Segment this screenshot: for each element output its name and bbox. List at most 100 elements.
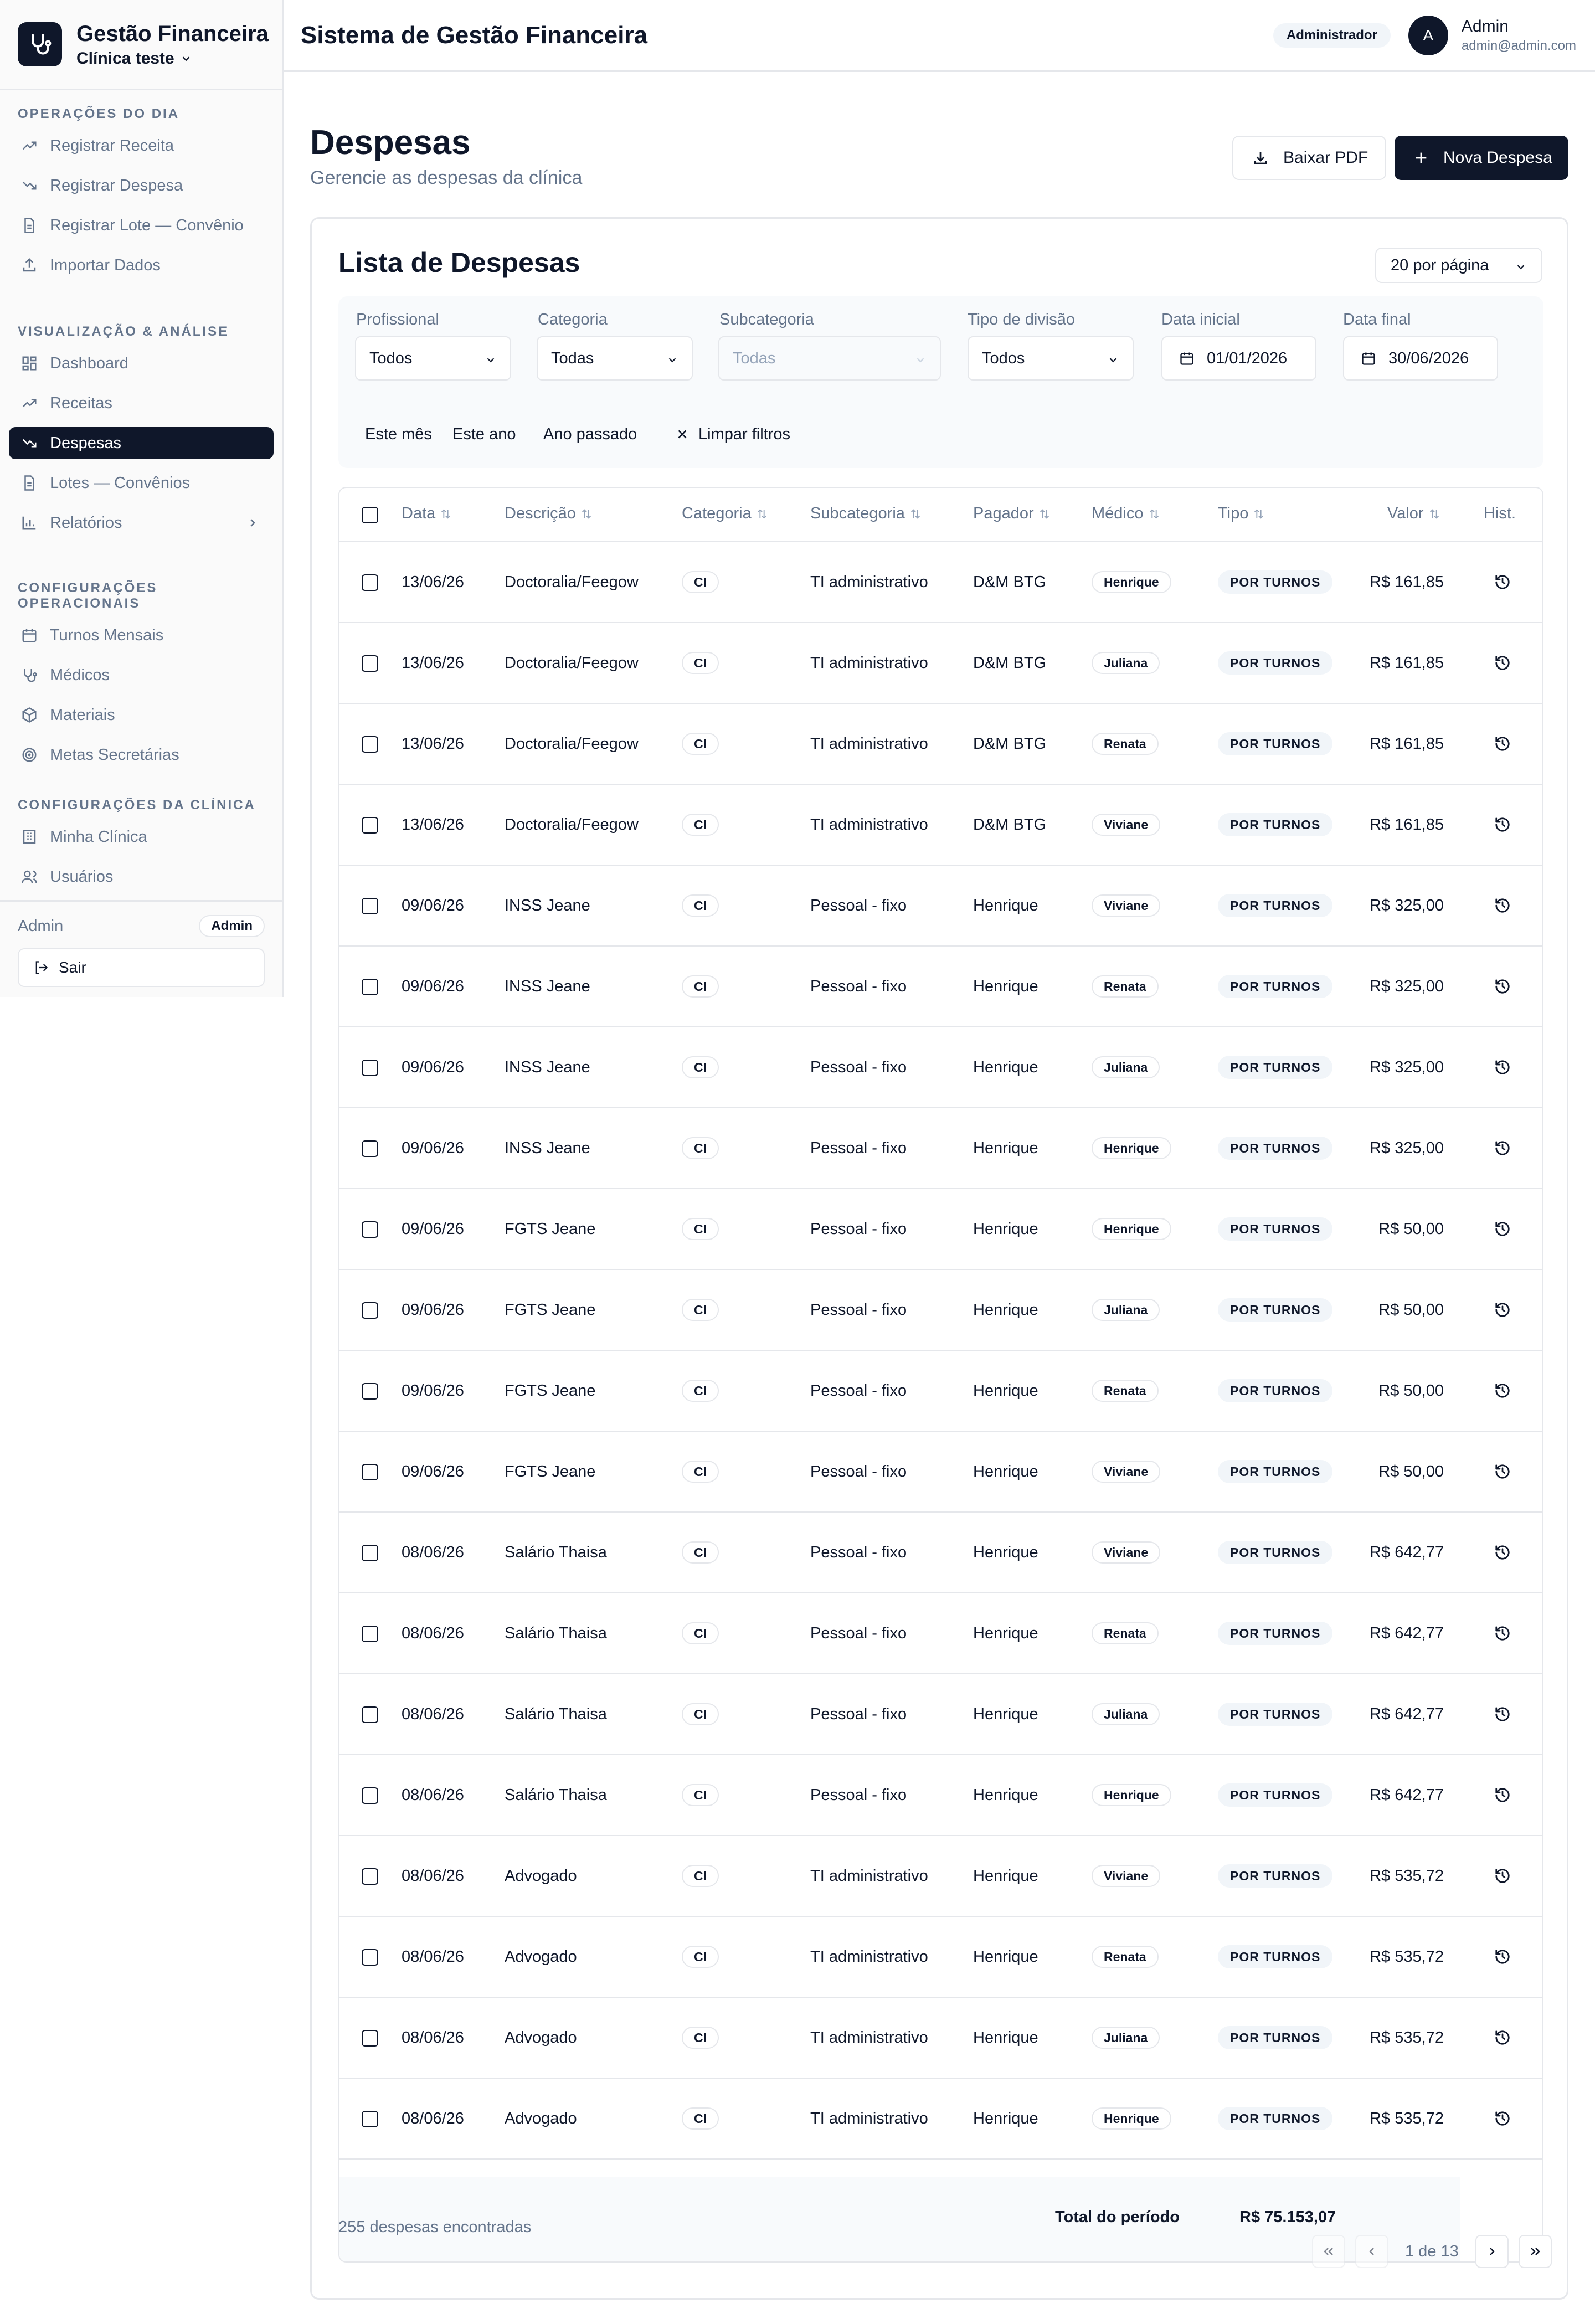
sidebar-item-relatorios[interactable]: Relatórios	[9, 507, 274, 539]
history-button[interactable]	[1486, 1836, 1519, 1916]
sidebar-item-turnos-mensais[interactable]: Turnos Mensais	[9, 619, 274, 651]
history-button[interactable]	[1486, 1027, 1519, 1107]
row-checkbox[interactable]	[362, 2030, 378, 2047]
sidebar-item-receitas[interactable]: Receitas	[9, 387, 274, 419]
column-header-descricao[interactable]: Descrição	[505, 505, 593, 523]
row-checkbox[interactable]	[362, 736, 378, 753]
column-header-medico[interactable]: Médico	[1092, 505, 1160, 523]
table-row[interactable]: 09/06/26 INSS Jeane CI Pessoal - fixo Henriq…	[339, 1108, 1542, 1189]
table-row[interactable]: 09/06/26 FGTS Jeane CI Pessoal - fixo Henriq…	[339, 1270, 1542, 1351]
quick-filter-este-mes[interactable]: Este mês	[352, 417, 445, 451]
avatar[interactable]: A	[1408, 15, 1448, 55]
quick-filter-ano-passado[interactable]: Ano passado	[530, 417, 650, 451]
column-header-tipo[interactable]: Tipo	[1218, 505, 1265, 523]
history-button[interactable]	[1486, 1189, 1519, 1269]
sidebar-item-usuarios[interactable]: Usuários	[9, 861, 274, 890]
clinic-switcher[interactable]: Clínica teste	[76, 49, 269, 68]
sidebar-item-materiais[interactable]: Materiais	[9, 699, 274, 731]
table-row[interactable]: 08/06/26 Advogado CI TI administrativo Henri…	[339, 1836, 1542, 1917]
logout-button[interactable]: Sair	[18, 948, 265, 987]
table-row[interactable]: 08/06/26 Advogado CI TI administrativo Henri…	[339, 2079, 1542, 2160]
filter-data-inicial-input[interactable]: 01/01/2026	[1161, 336, 1316, 381]
history-button[interactable]	[1486, 785, 1519, 865]
row-checkbox[interactable]	[362, 1221, 378, 1238]
history-button[interactable]	[1486, 947, 1519, 1026]
table-row[interactable]: 13/06/26 Doctoralia/Feegow CI TI administra…	[339, 785, 1542, 866]
row-checkbox[interactable]	[362, 898, 378, 914]
table-row[interactable]: 08/06/26 Salário Thaisa CI Pessoal - fixo He…	[339, 1674, 1542, 1755]
sidebar-item-minha-clinica[interactable]: Minha Clínica	[9, 821, 274, 853]
sidebar-item-importar-dados[interactable]: Importar Dados	[9, 249, 274, 281]
filter-categoria-select[interactable]: Todas	[537, 336, 693, 381]
first-page-button[interactable]	[1312, 2235, 1345, 2268]
history-button[interactable]	[1486, 1917, 1519, 1997]
history-button[interactable]	[1486, 1108, 1519, 1188]
next-page-button[interactable]	[1475, 2235, 1509, 2268]
column-header-subcategoria[interactable]: Subcategoria	[810, 505, 922, 523]
row-checkbox[interactable]	[362, 1302, 378, 1319]
history-button[interactable]	[1486, 866, 1519, 945]
sidebar-item-registrar-lote[interactable]: Registrar Lote — Convênio	[9, 209, 274, 241]
row-checkbox[interactable]	[362, 817, 378, 834]
table-row[interactable]: 08/06/26 Advogado CI TI administrativo Henri…	[339, 1917, 1542, 1998]
clear-filters-button[interactable]: Limpar filtros	[675, 417, 790, 451]
table-row[interactable]: 08/06/26 Salário Thaisa CI Pessoal - fixo He…	[339, 1513, 1542, 1593]
new-expense-button[interactable]: Nova Despesa	[1395, 136, 1568, 180]
table-row[interactable]: 13/06/26 Doctoralia/Feegow CI TI administra…	[339, 704, 1542, 785]
last-page-button[interactable]	[1518, 2235, 1552, 2268]
history-button[interactable]	[1486, 704, 1519, 784]
row-checkbox[interactable]	[362, 1706, 378, 1723]
row-checkbox[interactable]	[362, 1949, 378, 1966]
filter-profissional-select[interactable]: Todos	[355, 336, 511, 381]
history-button[interactable]	[1486, 623, 1519, 703]
history-button[interactable]	[1486, 1351, 1519, 1431]
column-header-data[interactable]: Data	[402, 505, 452, 523]
history-button[interactable]	[1486, 2079, 1519, 2158]
history-button[interactable]	[1486, 542, 1519, 622]
history-button[interactable]	[1486, 1755, 1519, 1835]
history-button[interactable]	[1486, 1593, 1519, 1673]
table-row[interactable]: 09/06/26 FGTS Jeane CI Pessoal - fixo Henriq…	[339, 1432, 1542, 1513]
column-header-categoria[interactable]: Categoria	[682, 505, 768, 523]
row-checkbox[interactable]	[362, 574, 378, 591]
row-checkbox[interactable]	[362, 1868, 378, 1885]
table-row[interactable]: 09/06/26 FGTS Jeane CI Pessoal - fixo Henriq…	[339, 1189, 1542, 1270]
table-row[interactable]: 09/06/26 INSS Jeane CI Pessoal - fixo Henriq…	[339, 1027, 1542, 1108]
filter-subcategoria-select[interactable]: Todas	[718, 336, 941, 381]
table-row[interactable]: 13/06/26 Doctoralia/Feegow CI TI administra…	[339, 623, 1542, 704]
row-checkbox[interactable]	[362, 1383, 378, 1400]
previous-page-button[interactable]	[1355, 2235, 1388, 2268]
sidebar-item-dashboard[interactable]: Dashboard	[9, 347, 274, 379]
table-row[interactable]: 08/06/26 Advogado CI TI administrativo Henri…	[339, 1998, 1542, 2079]
row-checkbox[interactable]	[362, 979, 378, 995]
sidebar-item-registrar-despesa[interactable]: Registrar Despesa	[9, 169, 274, 202]
row-checkbox[interactable]	[362, 1464, 378, 1480]
sidebar-item-despesas[interactable]: Despesas	[9, 427, 274, 459]
sidebar-item-metas-secretarias[interactable]: Metas Secretárias	[9, 739, 274, 771]
download-pdf-button[interactable]: Baixar PDF	[1232, 136, 1386, 180]
column-header-valor[interactable]: Valor	[1387, 505, 1440, 523]
history-button[interactable]	[1486, 1513, 1519, 1592]
row-checkbox[interactable]	[362, 1787, 378, 1804]
column-header-pagador[interactable]: Pagador	[973, 505, 1051, 523]
table-row[interactable]: 08/06/26 Salário Thaisa CI Pessoal - fixo He…	[339, 1593, 1542, 1674]
history-button[interactable]	[1486, 1998, 1519, 2078]
row-checkbox[interactable]	[362, 1545, 378, 1561]
row-checkbox[interactable]	[362, 2111, 378, 2127]
sidebar-item-lotes-convenios[interactable]: Lotes — Convênios	[9, 467, 274, 499]
table-row[interactable]: 08/06/26 Salário Thaisa CI Pessoal - fixo He…	[339, 1755, 1542, 1836]
row-checkbox[interactable]	[362, 1060, 378, 1076]
row-checkbox[interactable]	[362, 655, 378, 672]
history-button[interactable]	[1486, 1674, 1519, 1754]
row-checkbox[interactable]	[362, 1140, 378, 1157]
quick-filter-este-ano[interactable]: Este ano	[439, 417, 529, 451]
filter-data-final-input[interactable]: 30/06/2026	[1343, 336, 1498, 381]
table-row[interactable]: 09/06/26 FGTS Jeane CI Pessoal - fixo Henriq…	[339, 1351, 1542, 1432]
filter-tipo-divisao-select[interactable]: Todos	[968, 336, 1134, 381]
table-row[interactable]: 09/06/26 INSS Jeane CI Pessoal - fixo Henriq…	[339, 947, 1542, 1027]
history-button[interactable]	[1486, 1432, 1519, 1511]
table-row[interactable]: 13/06/26 Doctoralia/Feegow CI TI administra…	[339, 542, 1542, 623]
table-row[interactable]: 09/06/26 INSS Jeane CI Pessoal - fixo Henriq…	[339, 866, 1542, 947]
sidebar-item-medicos[interactable]: Médicos	[9, 659, 274, 691]
sidebar-item-registrar-receita[interactable]: Registrar Receita	[9, 130, 274, 162]
